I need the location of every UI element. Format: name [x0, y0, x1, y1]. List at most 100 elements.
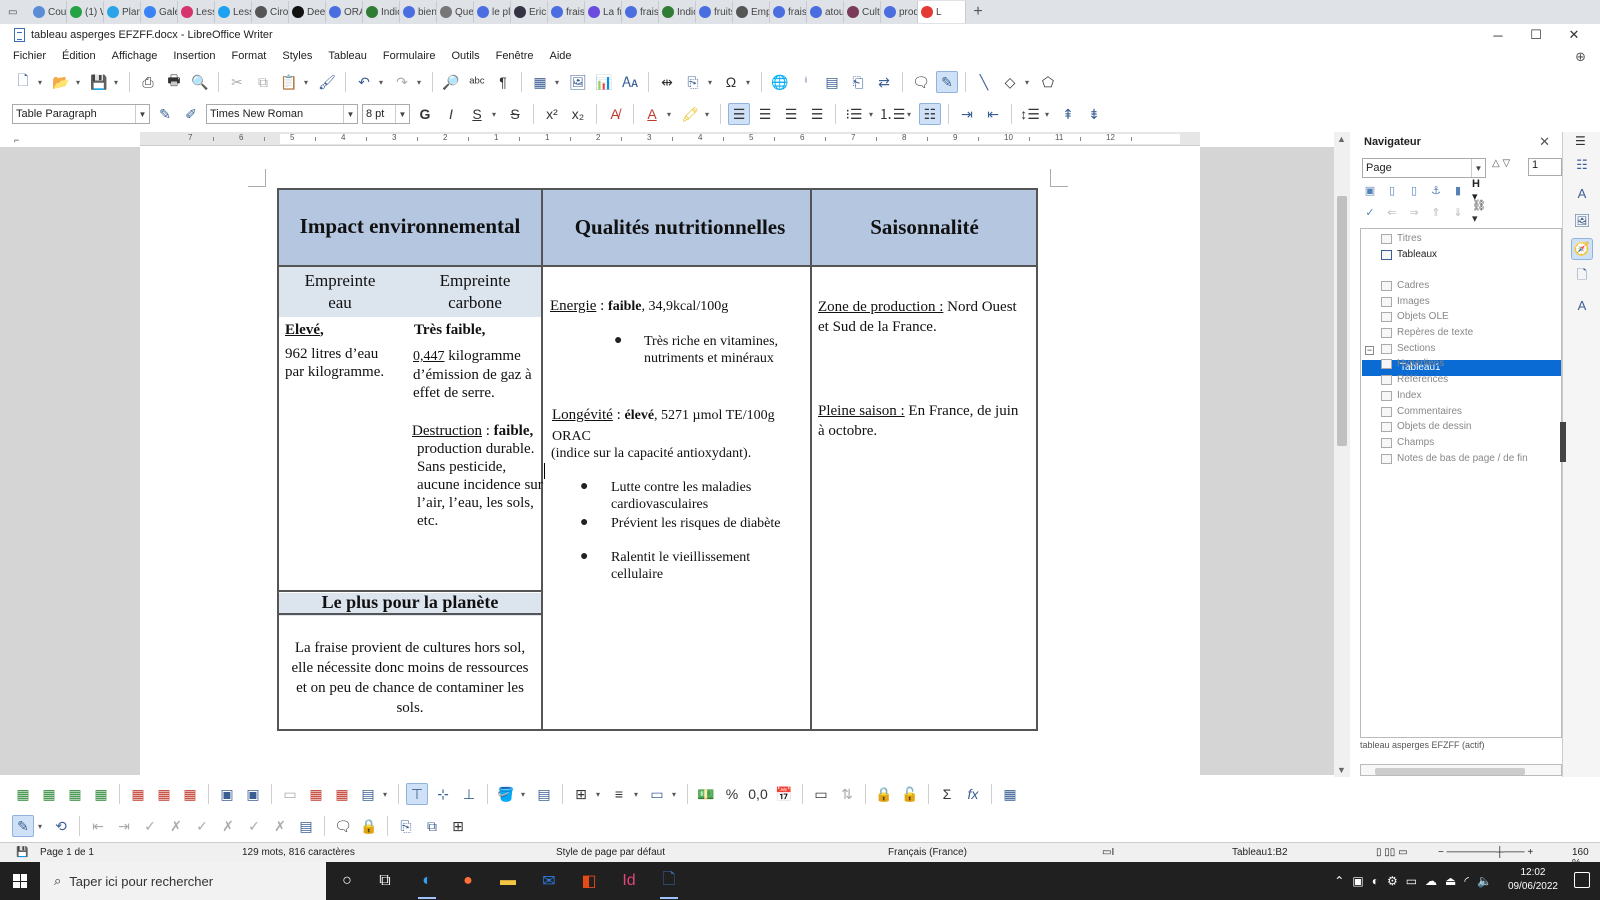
merge-document-icon[interactable]: ⧉ — [421, 815, 443, 837]
update-style-icon[interactable]: ✎ — [154, 103, 176, 125]
nav-item-tableaux[interactable]: Tableaux — [1381, 247, 1437, 262]
tray-battery-icon[interactable]: ▭ — [1406, 874, 1417, 888]
tray-app-icon[interactable]: ▣ — [1352, 874, 1363, 888]
decrease-paragraph-spacing-icon[interactable]: ⇟ — [1083, 103, 1105, 125]
line-icon[interactable]: ╲ — [973, 71, 995, 93]
style-inspector-icon[interactable]: A — [1571, 294, 1593, 316]
browser-tab[interactable]: Eric F — [511, 1, 548, 23]
nav-item-champs[interactable]: Champs — [1381, 435, 1434, 450]
copy-icon[interactable]: ⧉ — [252, 71, 274, 93]
new-tab-icon[interactable]: + — [966, 3, 990, 21]
line-spacing-icon[interactable]: ↕☰ — [1019, 103, 1041, 125]
demote-chapter-icon[interactable]: ⇒ — [1406, 204, 1422, 220]
browser-tab[interactable]: ORAC — [326, 1, 363, 23]
autoformat-icon[interactable]: ▤ — [533, 783, 555, 805]
cross-reference-icon[interactable]: ⇄ — [873, 71, 895, 93]
task-view-icon[interactable]: ⧉ — [372, 868, 398, 894]
bullet-list-icon[interactable]: ⁝☰ — [843, 103, 865, 125]
number-format-percent-icon[interactable]: % — [721, 783, 743, 805]
insert-column-before-icon[interactable]: ▦ — [64, 783, 86, 805]
underline-icon[interactable]: S — [466, 103, 488, 125]
endnote-icon[interactable]: ▤ — [821, 71, 843, 93]
taskbar-clock[interactable]: 12:02 09/06/2022 — [1508, 866, 1558, 894]
anchor-icon[interactable]: ⚓ — [1428, 182, 1444, 198]
tray-edge-icon[interactable]: ◐ — [1372, 874, 1379, 888]
nav-item-commentaires[interactable]: Commentaires — [1381, 404, 1462, 419]
formula-icon[interactable]: fx — [962, 783, 984, 805]
new-style-icon[interactable]: ✐ — [180, 103, 202, 125]
tray-network-icon[interactable]: ⚙ — [1387, 874, 1398, 888]
outline-list-icon[interactable]: ☷ — [919, 103, 941, 125]
insert-image-icon[interactable]: 🖼 — [567, 71, 589, 93]
bookmark-icon[interactable]: ⎗ — [847, 71, 869, 93]
basic-shapes-icon[interactable]: ◇ — [999, 71, 1021, 93]
reject-all-changes-icon[interactable]: ✗ — [269, 815, 291, 837]
font-color-icon[interactable]: A — [641, 103, 663, 125]
menu-outils[interactable]: Outils — [451, 50, 479, 62]
navigator-hscroll[interactable] — [1360, 764, 1562, 776]
align-bottom-icon[interactable]: ⊥ — [458, 783, 480, 805]
split-cells-icon[interactable]: ▦ — [305, 783, 327, 805]
globe-icon[interactable]: ⊕ — [1575, 49, 1586, 65]
footer-icon[interactable]: ▯ — [1406, 182, 1422, 198]
edge-icon[interactable]: ◐ — [414, 868, 440, 899]
close-button[interactable]: ✕ — [1556, 24, 1592, 46]
export-pdf-icon[interactable]: ⎙ — [137, 71, 159, 93]
view-layout-icons[interactable]: ▯ ▯▯ ▭ — [1376, 847, 1408, 858]
browser-tab[interactable]: le plu — [474, 1, 511, 23]
number-format-currency-icon[interactable]: 💵 — [695, 783, 717, 805]
increase-paragraph-spacing-icon[interactable]: ⇞ — [1057, 103, 1079, 125]
borders-icon[interactable]: ⊞ — [570, 783, 592, 805]
set-reminder-icon[interactable]: ▮ — [1450, 182, 1466, 198]
tray-volume-icon[interactable]: 🔈 — [1477, 874, 1492, 888]
print-preview-icon[interactable]: 🔍 — [189, 71, 211, 93]
office-icon[interactable]: ◧ — [576, 868, 602, 894]
delete-rows-icon[interactable]: ▦ — [127, 783, 149, 805]
browser-tab[interactable]: Plan — [104, 1, 141, 23]
maximize-button[interactable]: ☐ — [1518, 24, 1554, 46]
save-icon[interactable]: 💾 — [88, 71, 110, 93]
show-changes-icon[interactable]: ⟲ — [50, 815, 72, 837]
accept-all-changes-icon[interactable]: ✓ — [243, 815, 265, 837]
browser-tab[interactable]: Ciro — [252, 1, 289, 23]
menu-aide[interactable]: Aide — [550, 50, 572, 62]
properties-icon[interactable]: ☷ — [1571, 154, 1593, 176]
align-right-icon[interactable]: ☰ — [780, 103, 802, 125]
vertical-scrollbar[interactable]: ▲ ▼ — [1334, 132, 1350, 777]
accept-change-icon[interactable]: ✓ — [139, 815, 161, 837]
nav-item-notes[interactable]: Notes de bas de page / de fin — [1381, 451, 1528, 466]
browser-menu-icon[interactable]: ▭ — [8, 7, 30, 18]
font-size-combo[interactable]: 8 pt ▼ — [362, 104, 410, 124]
navigator-document-combo[interactable]: tableau asperges EFZFF (actif) — [1360, 740, 1562, 750]
insert-table-icon[interactable]: ▦ — [529, 71, 551, 93]
menu-formulaire[interactable]: Formulaire — [383, 50, 436, 62]
page-count[interactable]: Page 1 de 1 — [40, 847, 94, 858]
border-style-icon[interactable]: ≡ — [608, 783, 630, 805]
compare-document-icon[interactable]: ⎘ — [395, 815, 417, 837]
nav-item-images[interactable]: Images — [1381, 294, 1430, 309]
tray-people-icon[interactable]: ☁ — [1425, 874, 1437, 888]
number-format-date-icon[interactable]: 📅 — [773, 783, 795, 805]
justify-icon[interactable]: ☰ — [806, 103, 828, 125]
protect-cells-icon[interactable]: 🔒 — [873, 783, 895, 805]
tray-usb-icon[interactable]: ⏏ — [1445, 874, 1456, 888]
browser-tab[interactable]: Quel — [437, 1, 474, 23]
reject-all-icon[interactable]: ✗ — [217, 815, 239, 837]
protect-changes-icon[interactable]: 🔒 — [358, 815, 380, 837]
unprotect-cells-icon[interactable]: 🔓 — [899, 783, 921, 805]
strikethrough-icon[interactable]: S — [504, 103, 526, 125]
page-icon[interactable]: 🗋 — [1571, 266, 1593, 288]
comment-icon[interactable]: 🗨 — [910, 71, 932, 93]
cut-icon[interactable]: ✂ — [226, 71, 248, 93]
insert-comment-icon[interactable]: 🗨 — [332, 815, 354, 837]
prev-next-icon[interactable]: △ ▽ — [1492, 158, 1510, 169]
print-icon[interactable]: 🖶 — [163, 71, 185, 93]
manage-changes-icon[interactable]: ▤ — [295, 815, 317, 837]
notification-icon[interactable] — [1574, 872, 1590, 888]
page-number-input[interactable]: 1 — [1528, 158, 1562, 176]
browser-tab[interactable]: La fra — [585, 1, 622, 23]
clone-formatting-icon[interactable]: 🖌 — [316, 71, 338, 93]
browser-tab[interactable]: fraise — [548, 1, 585, 23]
toggle-view-icon[interactable]: ▣ — [1362, 182, 1378, 198]
browser-tab[interactable]: Less — [215, 1, 252, 23]
